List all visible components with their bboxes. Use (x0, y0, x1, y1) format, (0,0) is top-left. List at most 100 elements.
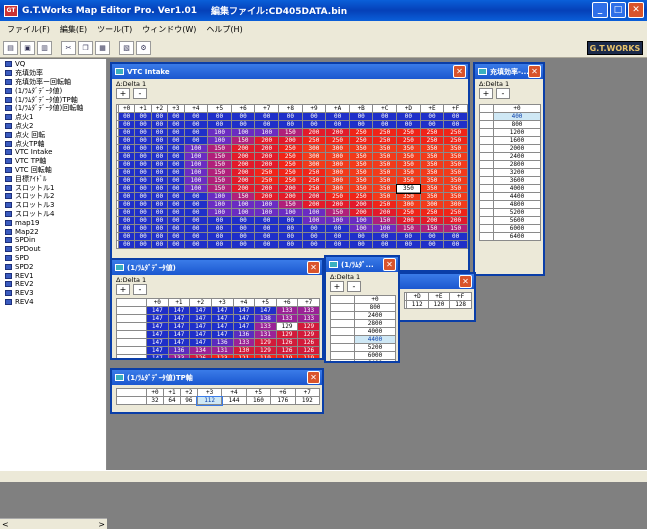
save-as-icon[interactable]: ▥ (37, 40, 52, 55)
axis-cell[interactable]: 5200 (493, 208, 541, 217)
table-cell[interactable]: 00 (117, 144, 136, 153)
table-cell[interactable]: 00 (419, 112, 445, 121)
table-cell[interactable]: 200 (254, 160, 280, 169)
table-cell[interactable]: 00 (150, 176, 169, 185)
table-cell[interactable]: 100 (348, 224, 374, 233)
axis-cell[interactable]: 176 (270, 396, 296, 405)
table-cell[interactable]: 00 (134, 216, 152, 225)
table-cell[interactable]: 350 (372, 168, 398, 177)
table-cell[interactable]: 00 (348, 112, 374, 121)
table-cell[interactable]: 00 (301, 232, 327, 241)
table-cell[interactable]: 119 (254, 354, 277, 358)
paste-icon[interactable]: ▦ (95, 40, 110, 55)
table-cell[interactable]: 00 (117, 176, 136, 185)
table-cell[interactable]: 150 (207, 152, 232, 161)
sidebar-item[interactable]: Map22 (0, 227, 106, 236)
table-cell[interactable]: 350 (372, 160, 398, 169)
table-cell[interactable]: 350 (396, 160, 421, 169)
table-cell[interactable]: 00 (117, 112, 136, 121)
axis-cell[interactable]: 3600 (493, 176, 541, 185)
table-cell[interactable]: 250 (443, 208, 468, 217)
table-cell[interactable]: 100 (230, 200, 256, 209)
table-cell[interactable]: 00 (419, 232, 445, 241)
table-cell[interactable]: 300 (325, 168, 350, 177)
table-cell[interactable]: 147 (167, 314, 191, 323)
table-cell[interactable]: 00 (167, 184, 185, 193)
axis-cell[interactable]: 6400 (493, 232, 541, 241)
table-cell[interactable]: 200 (301, 128, 327, 137)
menu-tools[interactable]: ツール(T) (92, 24, 137, 35)
table-cell[interactable]: 00 (117, 200, 136, 209)
table-cell[interactable]: 00 (167, 208, 185, 217)
axis-cell[interactable]: 120 (427, 300, 451, 309)
table-cell[interactable]: 133 (232, 338, 256, 347)
axis-cell[interactable]: 800 (493, 120, 541, 129)
table-cell[interactable]: 119 (275, 354, 299, 358)
table-cell[interactable]: 250 (325, 136, 350, 145)
sidebar-item[interactable]: map19 (0, 218, 106, 227)
table-cell[interactable]: 250 (396, 136, 421, 145)
table-cell[interactable]: 300 (325, 176, 350, 185)
table-cell[interactable]: 250 (278, 144, 303, 153)
axis-cell[interactable]: 2000 (493, 144, 541, 153)
table-cell[interactable]: 00 (150, 144, 169, 153)
table-cell[interactable]: 00 (117, 192, 136, 201)
table-cell[interactable]: 200 (230, 184, 256, 193)
table-cell[interactable]: 00 (134, 240, 152, 249)
table-cell[interactable]: 00 (183, 240, 209, 249)
table-cell[interactable]: 00 (167, 216, 185, 225)
table-cell[interactable]: 300 (325, 144, 350, 153)
menu-window[interactable]: ウィンドウ(W) (137, 24, 201, 35)
table-cell[interactable]: 350 (419, 192, 445, 201)
table-cell[interactable]: 147 (232, 314, 256, 323)
table-cell[interactable]: 00 (301, 120, 327, 129)
table-cell[interactable]: 200 (230, 160, 256, 169)
table-cell[interactable]: 00 (278, 224, 303, 233)
table-cell[interactable]: 350 (443, 176, 468, 185)
table-cell[interactable]: 123 (210, 354, 234, 358)
table-cell[interactable]: 150 (207, 160, 232, 169)
axis-cell[interactable]: 96 (179, 396, 198, 405)
table-cell[interactable]: 131 (210, 346, 234, 355)
table-cell[interactable]: 00 (348, 232, 374, 241)
table-cell[interactable]: 350 (372, 144, 398, 153)
table-cell[interactable]: 350 (348, 176, 374, 185)
table-cell[interactable]: 00 (278, 112, 303, 121)
table-cell[interactable]: 350 (419, 152, 445, 161)
table-cell[interactable]: 250 (419, 208, 445, 217)
cut-icon[interactable]: ✂ (61, 40, 76, 55)
table-cell[interactable]: 300 (325, 160, 350, 169)
axis-cell[interactable]: 192 (294, 396, 321, 405)
table-cell[interactable]: 300 (419, 200, 445, 209)
table-cell[interactable]: 00 (134, 232, 152, 241)
table-cell[interactable]: 133 (167, 354, 191, 358)
table-cell[interactable]: 00 (372, 240, 398, 249)
lambda-title-bar[interactable]: (1/ﾗﾑﾀﾞﾃﾞｰﾀ値) (112, 260, 322, 275)
table-cell[interactable]: 00 (134, 128, 152, 137)
table-cell[interactable]: 150 (230, 136, 256, 145)
table-cell[interactable]: 350 (396, 192, 421, 201)
axis-cell[interactable]: 6400 (354, 359, 396, 361)
table-cell[interactable]: 00 (301, 224, 327, 233)
increment-button[interactable]: + (116, 284, 130, 295)
horizontal-scrollbar[interactable]: < > (0, 518, 107, 529)
table-cell[interactable]: 00 (230, 232, 256, 241)
table-cell[interactable]: 100 (183, 152, 209, 161)
table-cell[interactable]: 250 (396, 208, 421, 217)
table-cell[interactable]: 150 (396, 224, 421, 233)
table-cell[interactable]: 00 (183, 224, 209, 233)
table-cell[interactable]: 250 (325, 192, 350, 201)
table-cell[interactable]: 00 (150, 152, 169, 161)
table-cell[interactable]: 00 (134, 136, 152, 145)
table-cell[interactable]: 00 (325, 240, 350, 249)
table-cell[interactable]: 00 (150, 160, 169, 169)
table-cell[interactable]: 00 (207, 112, 232, 121)
axis-cell[interactable]: 64 (162, 396, 181, 405)
table-cell[interactable]: 100 (207, 128, 232, 137)
table-cell[interactable]: 00 (325, 232, 350, 241)
table-cell[interactable]: 350 (419, 168, 445, 177)
axis-cell[interactable]: 1600 (493, 136, 541, 145)
table-cell[interactable]: 00 (167, 232, 185, 241)
table-cell[interactable]: 200 (301, 200, 327, 209)
table-cell[interactable]: 00 (443, 240, 468, 249)
